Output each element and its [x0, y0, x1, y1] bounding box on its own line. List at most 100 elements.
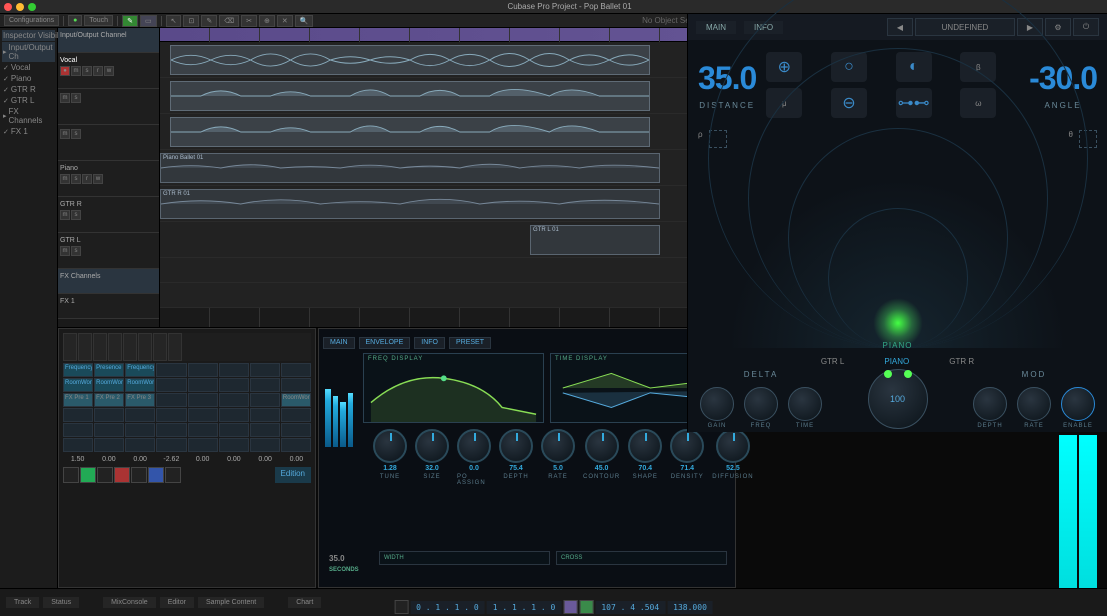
insert-slot[interactable] — [188, 363, 218, 377]
insert-slot[interactable] — [250, 393, 280, 407]
insert-slot[interactable]: Presence — [94, 363, 124, 377]
freq-display[interactable]: FREQ DISPLAY — [363, 353, 544, 423]
insert-slot[interactable] — [63, 438, 93, 452]
fx-header[interactable]: FX Channels — [58, 269, 159, 294]
rewind-button[interactable] — [394, 600, 408, 614]
insert-slot[interactable]: FX Pre 1 — [63, 393, 93, 407]
insert-slot[interactable] — [281, 408, 311, 422]
monitor-button[interactable]: m — [71, 66, 81, 76]
solo-button[interactable]: s — [71, 129, 81, 139]
fader-value[interactable]: -2.62 — [157, 456, 186, 463]
config-dropdown[interactable]: Configurations — [4, 15, 59, 26]
loop-button[interactable] — [131, 467, 147, 483]
channel-strip[interactable] — [78, 333, 92, 361]
insert-slot[interactable] — [188, 378, 218, 392]
insert-slot[interactable] — [125, 423, 155, 437]
insert-slot[interactable] — [250, 423, 280, 437]
track-item[interactable]: ✓ Vocal — [2, 62, 55, 73]
track-item[interactable]: ✓ GTR L — [2, 95, 55, 106]
insert-slot[interactable]: RoomWorks — [94, 378, 124, 392]
track-item[interactable]: ✓ FX 1 — [2, 126, 55, 137]
spatial-radar[interactable]: PIANO GTR L PIANO GTR R — [698, 148, 1097, 348]
position-primary[interactable]: 0 . 1 . 1 . 0 — [410, 601, 485, 614]
insert-slot[interactable] — [188, 393, 218, 407]
insert-slot[interactable] — [250, 438, 280, 452]
insert-slot[interactable] — [94, 408, 124, 422]
tab-sample[interactable]: Sample Content — [198, 597, 264, 608]
insert-slot[interactable] — [156, 408, 186, 422]
write-button[interactable]: w — [93, 174, 103, 184]
settings-icon[interactable]: ⚙ — [1045, 18, 1071, 36]
plugin-tab-info[interactable]: INFO — [414, 337, 445, 349]
fader-value[interactable]: 0.00 — [188, 456, 217, 463]
edition-button[interactable]: Edition — [275, 467, 311, 483]
shape-knob[interactable] — [628, 429, 662, 463]
tool-button[interactable]: ▭ — [140, 15, 157, 27]
insert-slot[interactable] — [250, 363, 280, 377]
track-header[interactable]: ms — [58, 89, 159, 125]
plugin-tab-envelope[interactable]: ENVELOPE — [359, 337, 411, 349]
tool-split[interactable]: ✂ — [241, 15, 257, 27]
freq-knob[interactable] — [744, 387, 778, 421]
touch-mode[interactable]: Touch — [84, 15, 113, 26]
fader-value[interactable]: 0.00 — [219, 456, 248, 463]
tempo-display[interactable]: 138.000 — [667, 601, 713, 614]
insert-slot[interactable] — [219, 393, 249, 407]
channel-strip[interactable] — [123, 333, 137, 361]
tool-draw[interactable]: ✎ — [201, 15, 217, 27]
track-header[interactable]: GTR Rms — [58, 197, 159, 233]
track-item[interactable]: ▸ FX Channels — [2, 106, 55, 126]
insert-slot[interactable] — [188, 438, 218, 452]
insert-slot[interactable] — [156, 363, 186, 377]
fader-value[interactable]: 1.50 — [63, 456, 92, 463]
tool-glue[interactable]: ⊕ — [259, 15, 275, 27]
insert-slot[interactable] — [281, 423, 311, 437]
insert-slot[interactable] — [219, 423, 249, 437]
insert-slot[interactable] — [63, 423, 93, 437]
tool-range[interactable]: ⊡ — [183, 15, 199, 27]
tab-chart[interactable]: Chart — [288, 597, 321, 608]
cross-slider[interactable]: CROSS — [556, 551, 727, 565]
record-enable[interactable]: ● — [60, 66, 70, 76]
tab-track[interactable]: Track — [6, 597, 39, 608]
insert-slot[interactable] — [188, 408, 218, 422]
insert-slot[interactable]: Frequency — [125, 363, 155, 377]
solo-button[interactable]: s — [71, 174, 81, 184]
center-knob[interactable]: 100 — [868, 369, 928, 429]
insert-slot[interactable] — [188, 423, 218, 437]
track-header[interactable]: Pianomsrw — [58, 161, 159, 197]
insert-slot[interactable]: RoomWorks — [281, 393, 311, 407]
solo-button[interactable]: s — [82, 66, 92, 76]
maximize-icon[interactable] — [28, 3, 36, 11]
solo-button[interactable]: s — [71, 246, 81, 256]
mute-button[interactable]: m — [60, 210, 70, 220]
mute-button[interactable]: m — [60, 174, 70, 184]
enable-knob[interactable] — [1061, 387, 1095, 421]
mute-button[interactable]: m — [60, 246, 70, 256]
fader-value[interactable]: 0.00 — [94, 456, 123, 463]
read-button[interactable]: r — [82, 174, 92, 184]
bars-display[interactable]: 107 . 4 .504 — [595, 601, 665, 614]
tab-status[interactable]: Status — [43, 597, 79, 608]
tool-mute[interactable]: ✕ — [277, 15, 293, 27]
plugin-tab-main[interactable]: MAIN — [323, 337, 355, 349]
time-knob[interactable] — [788, 387, 822, 421]
depth-knob[interactable] — [973, 387, 1007, 421]
rate-knob[interactable] — [1017, 387, 1051, 421]
tool-arrow[interactable]: ↖ — [166, 15, 182, 27]
channel-strip[interactable] — [63, 333, 77, 361]
track-header[interactable]: Vocal●msrw — [58, 53, 159, 89]
track-header[interactable]: FX 1 — [58, 294, 159, 319]
next-button[interactable] — [165, 467, 181, 483]
insert-slot[interactable]: FX Pre 2 — [94, 393, 124, 407]
tool-button[interactable]: ✎ — [122, 15, 138, 27]
track-header[interactable]: GTR Lms — [58, 233, 159, 269]
channel-strip[interactable] — [138, 333, 152, 361]
insert-slot[interactable] — [281, 363, 311, 377]
solo-button[interactable]: s — [71, 210, 81, 220]
width-slider[interactable]: WIDTH — [379, 551, 550, 565]
insert-slot[interactable]: FX Pre 3 — [125, 393, 155, 407]
insert-slot[interactable] — [156, 393, 186, 407]
fader-value[interactable]: 0.00 — [126, 456, 155, 463]
tool-zoom[interactable]: 🔍 — [295, 15, 314, 27]
